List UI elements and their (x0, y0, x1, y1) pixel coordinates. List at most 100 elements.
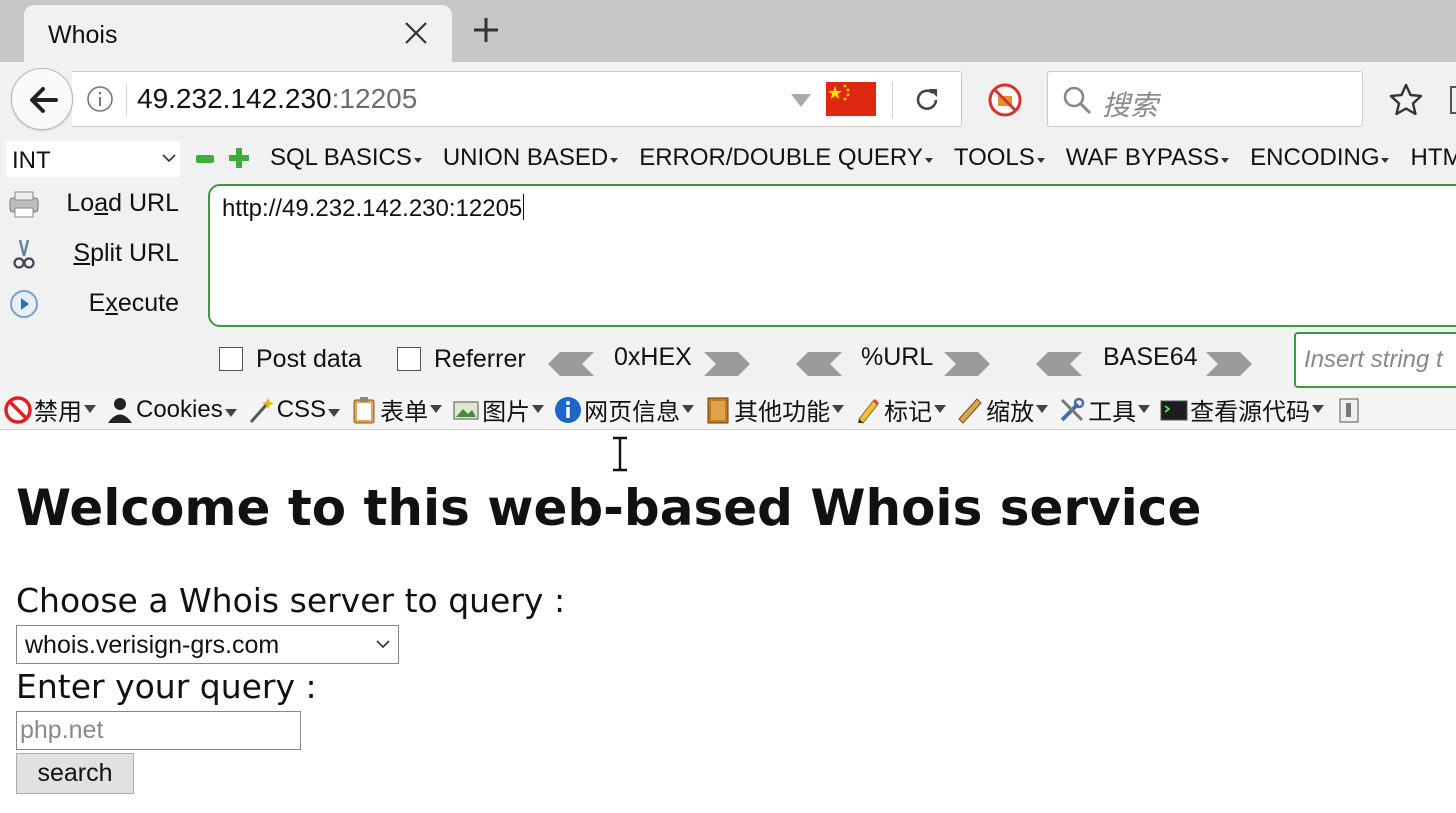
menu-page-info[interactable]: 网页信息 (554, 392, 695, 427)
back-arrow-icon (30, 87, 58, 113)
menu-disable-label: 禁用 (34, 399, 82, 426)
base64-decode-arrow-icon[interactable] (1036, 352, 1082, 376)
url-textarea[interactable]: http://49.232.142.230:12205 (208, 184, 1456, 327)
url-separator (126, 84, 127, 116)
execute-label-pre: E (88, 289, 106, 317)
insert-string-input[interactable]: Insert string t (1294, 332, 1456, 388)
clipboard-icon (353, 396, 375, 423)
terminal-icon (1160, 400, 1188, 420)
menu-forms[interactable]: 表单 (350, 392, 443, 427)
url-separator-2 (892, 82, 893, 118)
url-text[interactable]: 49.232.142.230:12205 (137, 83, 417, 115)
search-box[interactable]: 搜索 (1047, 71, 1363, 127)
split-url-label-post: plit URL (90, 239, 179, 267)
menu-waf-bypass[interactable]: WAF BYPASS (1066, 144, 1230, 176)
load-url-button[interactable]: Load URL (6, 184, 186, 224)
post-data-checkbox[interactable] (219, 347, 243, 371)
menu-html[interactable]: HTML (1410, 144, 1456, 176)
base64-encode-arrow-icon[interactable] (1206, 352, 1252, 376)
info-circle-icon (555, 396, 582, 423)
execute-label-post: ecute (117, 289, 179, 317)
tab-strip: Whois (0, 0, 1456, 62)
tab-title: Whois (48, 21, 118, 49)
hex-encode-arrow-icon[interactable] (704, 352, 750, 376)
search-button[interactable]: search (16, 753, 134, 794)
menu-outline-label: 标记 (884, 399, 933, 426)
server-label: Choose a Whois server to query : (16, 581, 566, 620)
history-dropdown-icon[interactable] (790, 92, 812, 108)
load-url-label: Load URL (6, 189, 186, 218)
text-cursor-icon (613, 436, 627, 472)
hex-decode-arrow-icon[interactable] (548, 352, 594, 376)
menu-css[interactable]: CSS (247, 395, 341, 424)
tab-whois[interactable]: Whois (24, 5, 452, 62)
load-url-label-key: a (94, 189, 109, 217)
menu-misc[interactable]: 其他功能 (704, 392, 845, 427)
search-icon (1063, 86, 1092, 115)
menu-view-source[interactable]: 查看源代码 (1160, 392, 1325, 427)
pencil-icon (858, 398, 880, 424)
referrer-checkbox[interactable] (397, 347, 421, 371)
url-textarea-text: http://49.232.142.230:12205 (222, 195, 523, 222)
split-url-label: Split URL (6, 239, 186, 268)
execute-button[interactable]: Execute (6, 284, 186, 324)
menu-cookies[interactable]: Cookies (106, 396, 237, 424)
type-select[interactable]: INT (6, 141, 180, 177)
person-icon (108, 397, 132, 423)
menu-outline[interactable]: 标记 (854, 392, 947, 427)
menu-cookies-label: Cookies (136, 395, 223, 423)
chevron-down-icon (162, 154, 176, 163)
hackbar-menu: SQL BASICS UNION BASED ERROR/DOUBLE QUER… (270, 144, 1456, 176)
wrench-icon (1060, 397, 1085, 421)
menu-disable[interactable]: 禁用 (4, 392, 96, 427)
url-encode-arrow-icon[interactable] (944, 352, 990, 376)
menu-tools-wd-label: 工具 (1088, 399, 1137, 426)
library-icon[interactable] (1450, 86, 1456, 114)
load-url-label-post: d URL (108, 189, 179, 217)
magic-wand-icon (249, 397, 274, 423)
back-button[interactable] (11, 68, 73, 130)
address-bar[interactable]: 49.232.142.230:12205 (72, 71, 962, 127)
url-textarea-value: http://49.232.142.230:12205 (222, 194, 525, 223)
menu-css-label: CSS (276, 395, 327, 423)
menu-tools-wd[interactable]: 工具 (1058, 392, 1151, 427)
info-icon[interactable] (86, 85, 114, 113)
url-host: 49.232.142.230 (137, 83, 332, 114)
menu-resize-label: 缩放 (986, 399, 1035, 426)
disable-icon (4, 395, 32, 424)
plus-icon[interactable] (229, 148, 249, 168)
menu-union-based[interactable]: UNION BASED (443, 144, 619, 176)
menu-resize[interactable]: 缩放 (956, 392, 1049, 427)
bookmark-star-icon[interactable] (1388, 82, 1424, 118)
query-input[interactable] (16, 711, 301, 750)
no-script-icon[interactable] (987, 82, 1023, 118)
menu-sql-basics[interactable]: SQL BASICS (270, 144, 422, 176)
menu-images[interactable]: 图片 (452, 392, 545, 427)
hackbar-panel: INT SQL BASICS UNION BASED ERROR/DOUBLE … (0, 136, 1456, 390)
new-tab-icon[interactable] (470, 14, 502, 46)
menu-images-label: 图片 (482, 399, 531, 426)
options-icon[interactable] (1334, 396, 1362, 424)
ruler-icon (958, 397, 982, 424)
web-developer-toolbar: 禁用 Cookies CSS 表单 图片 网页信息 其他功能 标记 缩放 工具 … (0, 390, 1456, 430)
menu-encoding[interactable]: ENCODING (1250, 144, 1390, 176)
menu-error-double-query[interactable]: ERROR/DOUBLE QUERY (639, 144, 933, 176)
book-icon (707, 397, 729, 423)
whois-server-value: whois.verisign-grs.com (25, 631, 280, 659)
menu-tools[interactable]: TOOLS (954, 144, 1045, 176)
minus-icon[interactable] (196, 151, 214, 167)
search-placeholder: 搜索 (1102, 90, 1159, 121)
hex-label: 0xHEX (614, 343, 692, 371)
page-title: Welcome to this web-based Whois service (16, 479, 1202, 537)
reload-icon[interactable] (912, 85, 942, 115)
menu-view-source-label: 查看源代码 (1190, 399, 1311, 426)
whois-server-select[interactable]: whois.verisign-grs.com (16, 625, 399, 664)
menu-forms-label: 表单 (380, 399, 429, 426)
menu-misc-label: 其他功能 (734, 399, 831, 426)
hackbar-options-row: Post data Referrer 0xHEX %URL BASE64 (0, 342, 1290, 382)
url-decode-arrow-icon[interactable] (796, 352, 842, 376)
split-url-button[interactable]: Split URL (6, 234, 186, 274)
split-url-label-key: S (73, 239, 91, 267)
query-label: Enter your query : (16, 667, 317, 706)
close-icon[interactable] (402, 19, 430, 47)
